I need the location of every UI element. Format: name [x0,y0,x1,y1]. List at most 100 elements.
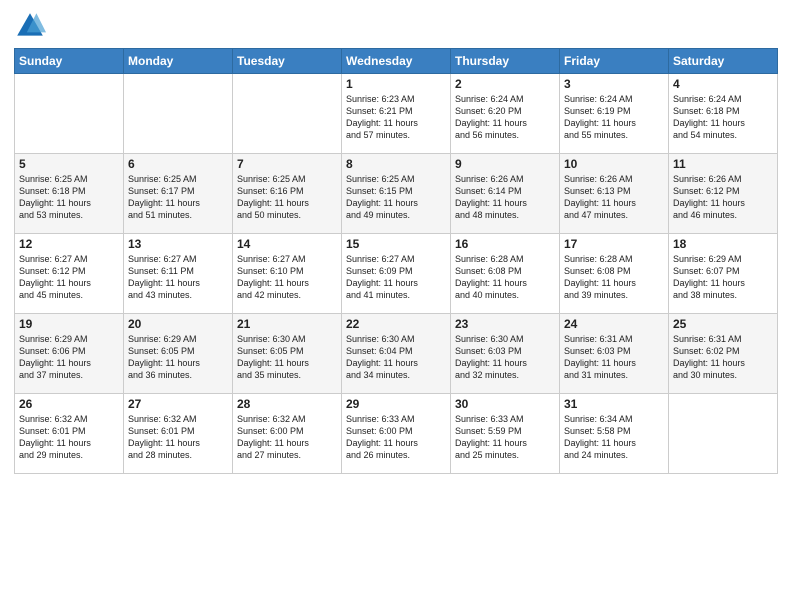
calendar-header: SundayMondayTuesdayWednesdayThursdayFrid… [15,49,778,74]
day-number: 6 [128,157,228,171]
day-info: Sunrise: 6:32 AM Sunset: 6:01 PM Dayligh… [128,413,228,462]
calendar-cell: 31 Sunrise: 6:34 AM Sunset: 5:58 PM Dayli… [560,394,669,474]
page-container: SundayMondayTuesdayWednesdayThursdayFrid… [0,0,792,612]
day-number: 3 [564,77,664,91]
day-info: Sunrise: 6:23 AM Sunset: 6:21 PM Dayligh… [346,93,446,142]
day-info: Sunrise: 6:27 AM Sunset: 6:09 PM Dayligh… [346,253,446,302]
day-info: Sunrise: 6:32 AM Sunset: 6:00 PM Dayligh… [237,413,337,462]
day-number: 30 [455,397,555,411]
weekday-header: Sunday [15,49,124,74]
day-number: 17 [564,237,664,251]
calendar-cell: 11Sunrise: 6:26 AM Sunset: 6:12 PM Dayli… [669,154,778,234]
weekday-header: Wednesday [342,49,451,74]
day-info: Sunrise: 6:24 AM Sunset: 6:19 PM Dayligh… [564,93,664,142]
calendar-cell: 18Sunrise: 6:29 AM Sunset: 6:07 PM Dayli… [669,234,778,314]
day-info: Sunrise: 6:25 AM Sunset: 6:15 PM Dayligh… [346,173,446,222]
logo [14,10,50,42]
calendar-cell: 26 Sunrise: 6:32 AM Sunset: 6:01 PM Dayli… [15,394,124,474]
day-number: 9 [455,157,555,171]
calendar-cell: 10 Sunrise: 6:26 AM Sunset: 6:13 PM Dayli… [560,154,669,234]
day-info: Sunrise: 6:24 AM Sunset: 6:20 PM Dayligh… [455,93,555,142]
day-info: Sunrise: 6:30 AM Sunset: 6:03 PM Dayligh… [455,333,555,382]
calendar-cell [233,74,342,154]
day-info: Sunrise: 6:26 AM Sunset: 6:13 PM Dayligh… [564,173,664,222]
weekday-header: Tuesday [233,49,342,74]
day-number: 15 [346,237,446,251]
day-number: 25 [673,317,773,331]
calendar-cell: 6 Sunrise: 6:25 AM Sunset: 6:17 PM Daylig… [124,154,233,234]
calendar-cell: 30 Sunrise: 6:33 AM Sunset: 5:59 PM Dayli… [451,394,560,474]
day-info: Sunrise: 6:31 AM Sunset: 6:03 PM Dayligh… [564,333,664,382]
day-info: Sunrise: 6:27 AM Sunset: 6:12 PM Dayligh… [19,253,119,302]
day-info: Sunrise: 6:29 AM Sunset: 6:05 PM Dayligh… [128,333,228,382]
calendar-cell: 9 Sunrise: 6:26 AM Sunset: 6:14 PM Daylig… [451,154,560,234]
day-info: Sunrise: 6:32 AM Sunset: 6:01 PM Dayligh… [19,413,119,462]
day-number: 24 [564,317,664,331]
weekday-header: Thursday [451,49,560,74]
weekday-header: Monday [124,49,233,74]
calendar-cell: 22Sunrise: 6:30 AM Sunset: 6:04 PM Dayli… [342,314,451,394]
week-row: 26 Sunrise: 6:32 AM Sunset: 6:01 PM Dayli… [15,394,778,474]
day-number: 5 [19,157,119,171]
day-info: Sunrise: 6:33 AM Sunset: 6:00 PM Dayligh… [346,413,446,462]
calendar-cell: 21Sunrise: 6:30 AM Sunset: 6:05 PM Dayli… [233,314,342,394]
calendar-cell: 15 Sunrise: 6:27 AM Sunset: 6:09 PM Dayli… [342,234,451,314]
calendar-cell: 23Sunrise: 6:30 AM Sunset: 6:03 PM Dayli… [451,314,560,394]
week-row: 5Sunrise: 6:25 AM Sunset: 6:18 PM Daylig… [15,154,778,234]
day-number: 2 [455,77,555,91]
calendar-cell: 4 Sunrise: 6:24 AM Sunset: 6:18 PM Daylig… [669,74,778,154]
day-info: Sunrise: 6:29 AM Sunset: 6:06 PM Dayligh… [19,333,119,382]
day-info: Sunrise: 6:34 AM Sunset: 5:58 PM Dayligh… [564,413,664,462]
calendar-cell: 28Sunrise: 6:32 AM Sunset: 6:00 PM Dayli… [233,394,342,474]
week-row: 19 Sunrise: 6:29 AM Sunset: 6:06 PM Dayli… [15,314,778,394]
calendar-cell: 7 Sunrise: 6:25 AM Sunset: 6:16 PM Daylig… [233,154,342,234]
calendar-cell [124,74,233,154]
weekday-header: Saturday [669,49,778,74]
calendar-cell: 1 Sunrise: 6:23 AM Sunset: 6:21 PM Daylig… [342,74,451,154]
day-number: 26 [19,397,119,411]
calendar-table: SundayMondayTuesdayWednesdayThursdayFrid… [14,48,778,474]
day-info: Sunrise: 6:24 AM Sunset: 6:18 PM Dayligh… [673,93,773,142]
day-number: 4 [673,77,773,91]
day-number: 7 [237,157,337,171]
day-number: 18 [673,237,773,251]
day-number: 8 [346,157,446,171]
calendar-cell: 3 Sunrise: 6:24 AM Sunset: 6:19 PM Daylig… [560,74,669,154]
day-info: Sunrise: 6:28 AM Sunset: 6:08 PM Dayligh… [564,253,664,302]
day-number: 31 [564,397,664,411]
day-number: 19 [19,317,119,331]
day-info: Sunrise: 6:31 AM Sunset: 6:02 PM Dayligh… [673,333,773,382]
header [14,10,778,42]
day-info: Sunrise: 6:26 AM Sunset: 6:14 PM Dayligh… [455,173,555,222]
calendar-cell: 25 Sunrise: 6:31 AM Sunset: 6:02 PM Dayli… [669,314,778,394]
day-number: 1 [346,77,446,91]
calendar-cell: 19 Sunrise: 6:29 AM Sunset: 6:06 PM Dayli… [15,314,124,394]
day-number: 27 [128,397,228,411]
calendar-cell: 5Sunrise: 6:25 AM Sunset: 6:18 PM Daylig… [15,154,124,234]
week-row: 12Sunrise: 6:27 AM Sunset: 6:12 PM Dayli… [15,234,778,314]
day-number: 13 [128,237,228,251]
day-info: Sunrise: 6:25 AM Sunset: 6:16 PM Dayligh… [237,173,337,222]
day-info: Sunrise: 6:33 AM Sunset: 5:59 PM Dayligh… [455,413,555,462]
day-info: Sunrise: 6:26 AM Sunset: 6:12 PM Dayligh… [673,173,773,222]
calendar-cell: 17 Sunrise: 6:28 AM Sunset: 6:08 PM Dayli… [560,234,669,314]
day-number: 21 [237,317,337,331]
day-info: Sunrise: 6:30 AM Sunset: 6:04 PM Dayligh… [346,333,446,382]
calendar-cell: 12Sunrise: 6:27 AM Sunset: 6:12 PM Dayli… [15,234,124,314]
calendar-cell: 16Sunrise: 6:28 AM Sunset: 6:08 PM Dayli… [451,234,560,314]
calendar-cell: 2 Sunrise: 6:24 AM Sunset: 6:20 PM Daylig… [451,74,560,154]
day-number: 10 [564,157,664,171]
week-row: 1 Sunrise: 6:23 AM Sunset: 6:21 PM Daylig… [15,74,778,154]
weekday-header: Friday [560,49,669,74]
day-info: Sunrise: 6:25 AM Sunset: 6:17 PM Dayligh… [128,173,228,222]
day-number: 14 [237,237,337,251]
day-info: Sunrise: 6:27 AM Sunset: 6:11 PM Dayligh… [128,253,228,302]
calendar-cell: 27 Sunrise: 6:32 AM Sunset: 6:01 PM Dayli… [124,394,233,474]
calendar-cell: 24 Sunrise: 6:31 AM Sunset: 6:03 PM Dayli… [560,314,669,394]
calendar-cell: 13 Sunrise: 6:27 AM Sunset: 6:11 PM Dayli… [124,234,233,314]
calendar-cell [15,74,124,154]
calendar-cell: 14Sunrise: 6:27 AM Sunset: 6:10 PM Dayli… [233,234,342,314]
day-number: 20 [128,317,228,331]
calendar-body: 1 Sunrise: 6:23 AM Sunset: 6:21 PM Daylig… [15,74,778,474]
day-number: 16 [455,237,555,251]
